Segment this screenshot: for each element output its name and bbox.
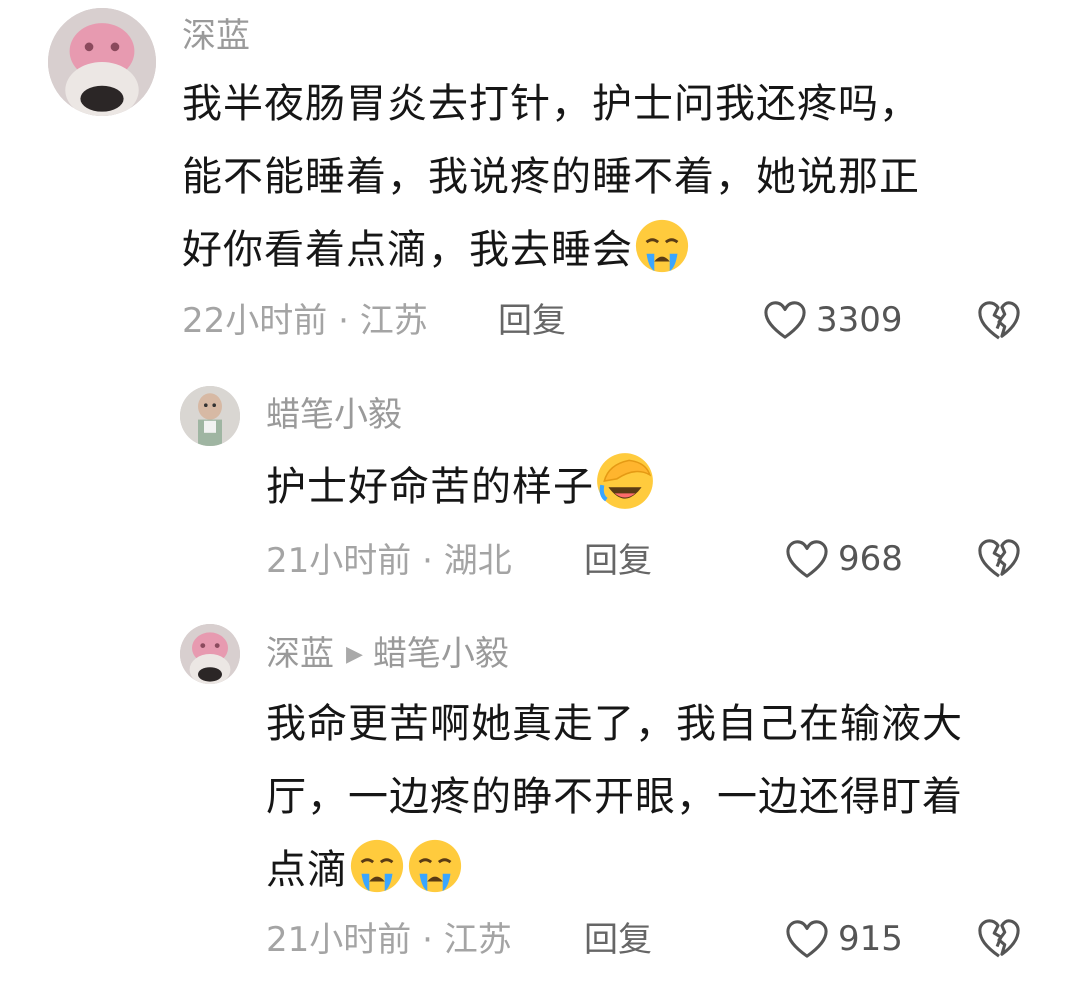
comment-text-line: 点滴: [266, 834, 1056, 907]
comment-text: 我命更苦啊她真走了，我自己在输液大 厅，一边疼的睁不开眼，一边还得盯着 点滴: [266, 688, 1056, 907]
like-count: 915: [838, 919, 903, 959]
comment-location: 江苏: [443, 920, 512, 960]
avatar-image: [180, 624, 240, 684]
reply-button[interactable]: 回复: [584, 541, 652, 581]
broken-heart-icon: [976, 536, 1022, 580]
comment-text-line: 我半夜肠胃炎去打针，护士问我还疼吗，: [182, 81, 920, 127]
comment-meta: 21小时前 · 湖北: [266, 541, 512, 581]
like-button[interactable]: 3309: [762, 299, 903, 341]
crying-face-icon: [633, 217, 691, 275]
broken-heart-icon: [976, 298, 1022, 342]
comment-text: 护士好命苦的样子: [266, 450, 1046, 524]
comment-text-line: 护士好命苦的样子: [266, 450, 1046, 524]
avatar-image: [180, 386, 240, 446]
avatar[interactable]: [48, 8, 156, 116]
heart-icon: [784, 918, 830, 960]
heart-icon: [784, 538, 830, 580]
comment-meta: 21小时前 · 江苏: [266, 920, 512, 960]
comment-username[interactable]: 深蓝: [182, 16, 250, 56]
comment-text-line: 我命更苦啊她真走了，我自己在输液大: [266, 701, 963, 747]
broken-heart-icon: [976, 916, 1022, 960]
dislike-button[interactable]: [976, 916, 1022, 960]
comment-location: 湖北: [443, 541, 512, 581]
comment-text-line: 厅，一边疼的睁不开眼，一边还得盯着: [266, 774, 963, 820]
meta-separator: ·: [411, 541, 444, 581]
reply-target[interactable]: 蜡笔小毅: [373, 634, 509, 674]
dislike-button[interactable]: [976, 536, 1022, 580]
reply-button[interactable]: 回复: [584, 920, 652, 960]
comment-username[interactable]: 蜡笔小毅: [266, 395, 402, 435]
comment-username: 深蓝 ▶ 蜡笔小毅: [266, 634, 509, 675]
reply-button[interactable]: 回复: [498, 301, 566, 341]
comment-text-line: 好你看着点滴，我去睡会: [182, 214, 1042, 287]
reply-author[interactable]: 深蓝: [266, 634, 334, 674]
like-button[interactable]: 968: [784, 538, 903, 580]
comment-text-line: 能不能睡着，我说疼的睡不着，她说那正: [182, 154, 920, 200]
comment-item: 深蓝 ▶ 蜡笔小毅 我命更苦啊她真走了，我自己在输液大 厅，一边疼的睁不开眼，一边还…: [0, 610, 1080, 981]
comment-item: 蜡笔小毅 护士好命苦的样子 21小时前 · 湖北 回复 968: [0, 370, 1080, 600]
avatar[interactable]: [180, 386, 240, 446]
comment-location: 江苏: [359, 301, 428, 341]
comment-item: 深蓝 我半夜肠胃炎去打针，护士问我还疼吗， 能不能睡着，我说疼的睡不着，她说那正…: [0, 0, 1080, 360]
avatar-image: [48, 8, 156, 116]
like-count: 3309: [816, 300, 903, 340]
comment-time: 21小时前: [266, 541, 412, 581]
comment-text: 我半夜肠胃炎去打针，护士问我还疼吗， 能不能睡着，我说疼的睡不着，她说那正 好你…: [182, 68, 1042, 287]
comment-time: 22小时前: [182, 301, 328, 341]
comment-time: 21小时前: [266, 920, 412, 960]
dislike-button[interactable]: [976, 298, 1022, 342]
like-count: 968: [838, 539, 903, 579]
comment-meta: 22小时前 · 江苏: [182, 301, 428, 341]
meta-separator: ·: [411, 920, 444, 960]
crying-face-icon: [406, 837, 464, 895]
heart-icon: [762, 299, 808, 341]
like-button[interactable]: 915: [784, 918, 903, 960]
reply-arrow-icon: ▶: [346, 642, 363, 667]
meta-separator: ·: [327, 301, 360, 341]
crying-face-icon: [348, 837, 406, 895]
avatar[interactable]: [180, 624, 240, 684]
facepalm-laughing-face-icon: [594, 450, 656, 512]
